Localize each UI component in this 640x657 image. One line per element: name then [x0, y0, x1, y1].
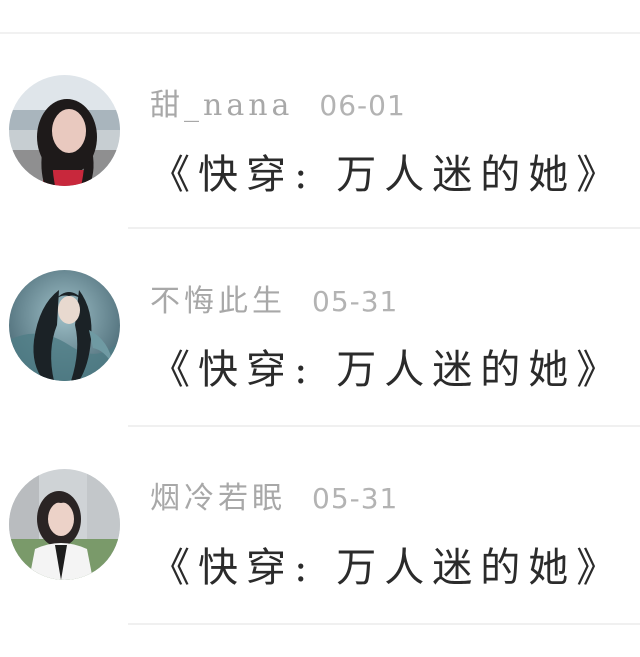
comment-meta: 甜_nana 06-01: [150, 80, 406, 124]
comment-text: 《快穿: 万人迷的她》: [150, 152, 625, 198]
divider: [128, 623, 640, 625]
comment-item: 不悔此生 05-31 《快穿: 万人迷的她》: [0, 230, 640, 427]
avatar[interactable]: [9, 469, 120, 580]
avatar-photo-image: [9, 75, 120, 186]
avatar[interactable]: [9, 75, 120, 186]
divider: [128, 227, 640, 229]
comment-date: 05-31: [312, 482, 399, 515]
avatar[interactable]: [9, 270, 120, 381]
comment-item: 烟冷若眠 05-31 《快穿: 万人迷的她》: [0, 427, 640, 625]
comment-meta: 不悔此生 05-31: [150, 276, 398, 320]
comment-date: 06-01: [319, 89, 406, 122]
username[interactable]: 不悔此生: [150, 276, 286, 320]
comment-date: 05-31: [312, 285, 399, 318]
avatar-photo-image: [9, 469, 120, 580]
comment-text: 《快穿: 万人迷的她》: [150, 545, 625, 591]
comment-meta: 烟冷若眠 05-31: [150, 473, 398, 517]
avatar-illustration-image: [9, 270, 120, 381]
comment-item: 甜_nana 06-01 《快穿: 万人迷的她》: [0, 34, 640, 230]
username[interactable]: 甜_nana: [150, 80, 293, 124]
comment-text: 《快穿: 万人迷的她》: [150, 347, 625, 393]
username[interactable]: 烟冷若眠: [150, 473, 286, 517]
